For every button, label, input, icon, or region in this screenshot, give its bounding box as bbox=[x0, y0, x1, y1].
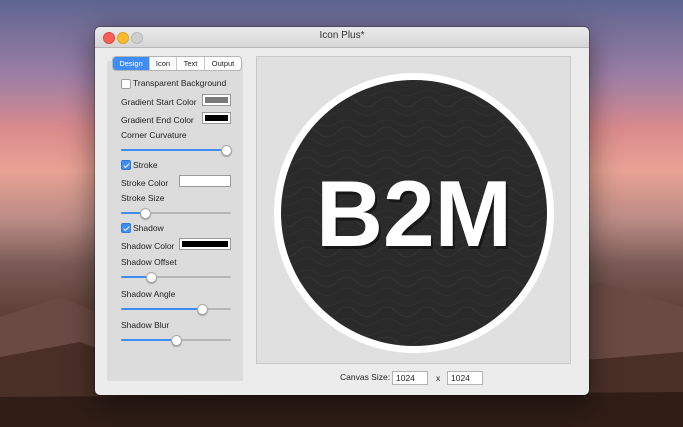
transparent-background-checkbox[interactable] bbox=[121, 79, 131, 89]
slider-knob[interactable] bbox=[197, 304, 209, 315]
shadow-color-label: Shadow Color bbox=[121, 241, 175, 251]
shadow-checkbox[interactable] bbox=[121, 223, 131, 233]
icon-preview-canvas: B2M B2M bbox=[256, 56, 571, 364]
canvas-size-label: Canvas Size: bbox=[340, 372, 391, 382]
shadow-offset-slider[interactable] bbox=[121, 272, 231, 283]
shadow-blur-slider[interactable] bbox=[121, 335, 231, 346]
gradient-start-color-well[interactable] bbox=[202, 94, 231, 106]
shadow-label: Shadow bbox=[133, 223, 164, 233]
slider-knob[interactable] bbox=[145, 272, 157, 283]
stroke-color-label: Stroke Color bbox=[121, 178, 169, 188]
shadow-offset-label: Shadow Offset bbox=[121, 257, 177, 267]
shadow-angle-slider[interactable] bbox=[121, 304, 231, 315]
canvas-width-field[interactable]: 1024 bbox=[392, 371, 428, 385]
corner-curvature-label: Corner Curvature bbox=[121, 130, 187, 140]
size-separator: x bbox=[436, 373, 441, 383]
tab-icon[interactable]: Icon bbox=[149, 57, 176, 70]
tab-design[interactable]: Design bbox=[113, 57, 149, 70]
icon-plus-window: Icon Plus* Design Icon Text Output Trans… bbox=[95, 27, 589, 395]
shadow-color-well[interactable] bbox=[179, 238, 231, 250]
tab-bar: Design Icon Text Output bbox=[112, 56, 242, 71]
icon-preview: B2M B2M bbox=[274, 73, 554, 353]
stroke-size-slider[interactable] bbox=[121, 208, 231, 219]
canvas-height-field[interactable]: 1024 bbox=[447, 371, 483, 385]
window-title: Icon Plus* bbox=[319, 30, 365, 41]
shadow-angle-label: Shadow Angle bbox=[121, 289, 176, 299]
slider-knob[interactable] bbox=[140, 208, 152, 219]
gradient-start-label: Gradient Start Color bbox=[121, 97, 197, 107]
slider-knob[interactable] bbox=[221, 145, 232, 156]
preview-text: B2M bbox=[316, 161, 512, 266]
design-panel bbox=[107, 61, 243, 381]
tab-output[interactable]: Output bbox=[204, 57, 241, 70]
tab-text[interactable]: Text bbox=[176, 57, 204, 70]
stroke-color-well[interactable] bbox=[179, 175, 231, 187]
title-bar[interactable]: Icon Plus* bbox=[95, 27, 589, 48]
stroke-checkbox[interactable] bbox=[121, 160, 131, 170]
shadow-blur-label: Shadow Blur bbox=[121, 320, 170, 330]
gradient-end-label: Gradient End Color bbox=[121, 115, 194, 125]
transparent-background-label: Transparent Background bbox=[133, 78, 227, 88]
corner-curvature-slider[interactable] bbox=[121, 145, 232, 156]
stroke-label: Stroke bbox=[133, 160, 158, 170]
stroke-size-label: Stroke Size bbox=[121, 193, 165, 203]
gradient-end-color-well[interactable] bbox=[202, 112, 231, 124]
slider-knob[interactable] bbox=[171, 335, 182, 346]
